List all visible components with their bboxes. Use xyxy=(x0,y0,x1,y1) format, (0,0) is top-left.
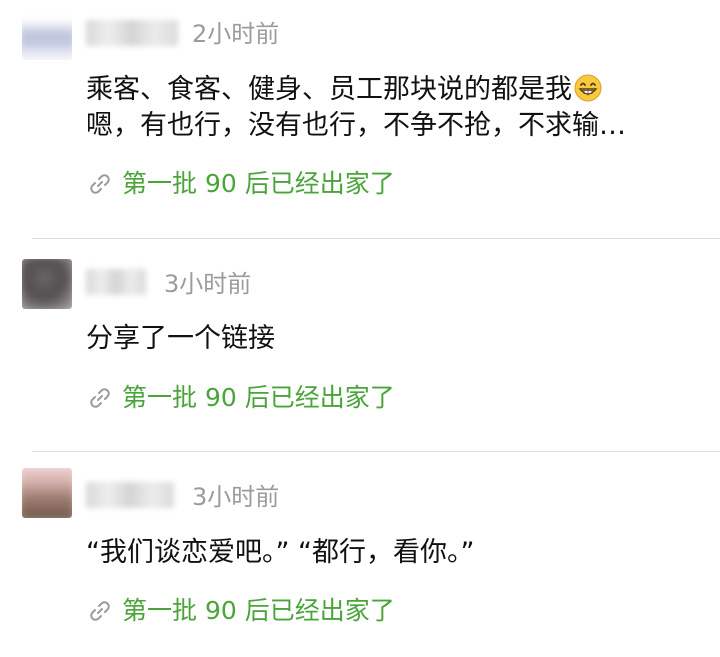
comment-text-line: 嗯，有也行，没有也行，不争不抢，不求输… xyxy=(86,110,626,141)
link-icon xyxy=(90,174,110,194)
username-blurred[interactable] xyxy=(86,269,146,295)
link-title[interactable]: 第一批 90 后已经出家了 xyxy=(122,382,395,414)
link-icon xyxy=(90,388,110,408)
comment-text: 乘客、食客、健身、员工那块说的都是我 嗯，有也行，没有也行，不争不抢，不求输… xyxy=(86,72,626,144)
comment-text-line: 乘客、食客、健身、员工那块说的都是我 xyxy=(86,74,572,105)
timestamp: 2小时前 xyxy=(192,20,280,48)
shared-link[interactable]: 第一批 90 后已经出家了 xyxy=(88,595,395,627)
comment-text: 分享了一个链接 xyxy=(86,321,275,357)
avatar[interactable] xyxy=(22,468,72,518)
avatar[interactable] xyxy=(22,259,72,309)
username-blurred[interactable] xyxy=(86,20,178,46)
comment-text: “我们谈恋爱吧。” “都行，看你。” xyxy=(86,535,475,571)
comment-item: 3小时前 分享了一个链接 第一批 90 后已经出家了 xyxy=(0,239,720,451)
comment-feed: 2小时前 乘客、食客、健身、员工那块说的都是我 嗯，有也行，没有也行，不争不抢，… xyxy=(0,0,720,657)
comment-text-line: “我们谈恋爱吧。” “都行，看你。” xyxy=(86,537,475,568)
link-title[interactable]: 第一批 90 后已经出家了 xyxy=(122,168,395,200)
shared-link[interactable]: 第一批 90 后已经出家了 xyxy=(88,382,395,414)
username-blurred[interactable] xyxy=(86,482,174,508)
avatar[interactable] xyxy=(22,10,72,60)
comment-item: 3小时前 “我们谈恋爱吧。” “都行，看你。” 第一批 90 后已经出家了 xyxy=(0,452,720,657)
timestamp: 3小时前 xyxy=(192,483,280,511)
shared-link[interactable]: 第一批 90 后已经出家了 xyxy=(88,168,395,200)
timestamp: 3小时前 xyxy=(164,270,252,298)
comment-text-line: 分享了一个链接 xyxy=(86,323,275,354)
link-icon xyxy=(90,601,110,621)
link-title[interactable]: 第一批 90 后已经出家了 xyxy=(122,595,395,627)
grinning-face-emoji xyxy=(574,74,602,102)
comment-item: 2小时前 乘客、食客、健身、员工那块说的都是我 嗯，有也行，没有也行，不争不抢，… xyxy=(0,0,720,238)
